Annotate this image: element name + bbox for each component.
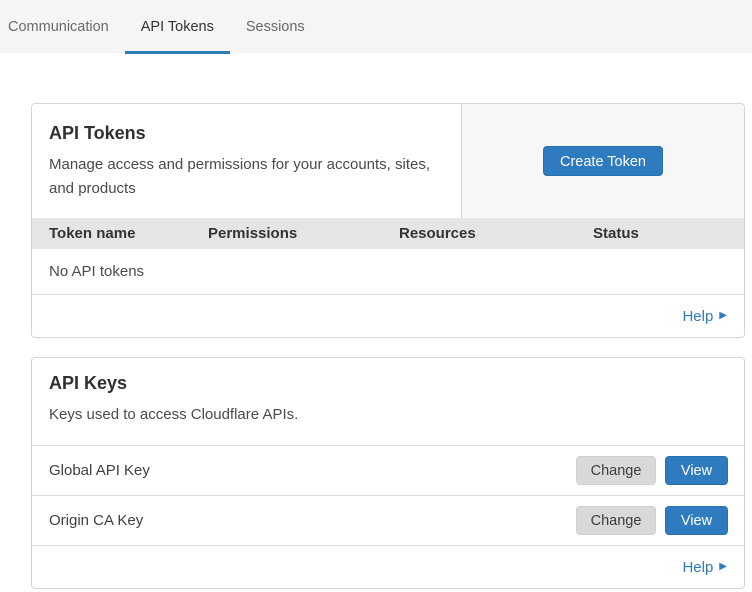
api-keys-help-link[interactable]: Help ▶ — [682, 559, 727, 576]
api-tokens-description: Manage access and permissions for your a… — [49, 153, 444, 201]
view-global-api-key-button[interactable]: View — [665, 456, 728, 485]
api-keys-card: API Keys Keys used to access Cloudflare … — [31, 357, 745, 589]
help-link-label: Help — [682, 559, 713, 576]
api-keys-description: Keys used to access Cloudflare APIs. — [49, 403, 727, 427]
api-tokens-card-header: API Tokens Manage access and permissions… — [32, 104, 744, 218]
api-tokens-card-header-text: API Tokens Manage access and permissions… — [32, 104, 461, 218]
key-row-label: Global API Key — [49, 462, 576, 479]
help-link-label: Help — [682, 308, 713, 325]
api-tokens-card-footer: Help ▶ — [32, 295, 744, 337]
tab-api-tokens-label: API Tokens — [141, 19, 214, 35]
api-tokens-title: API Tokens — [49, 123, 444, 144]
tab-sessions[interactable]: Sessions — [230, 0, 321, 53]
key-row-label: Origin CA Key — [49, 512, 576, 529]
view-origin-ca-key-button[interactable]: View — [665, 506, 728, 535]
page-content: API Tokens Manage access and permissions… — [0, 53, 752, 589]
active-tab-underline — [125, 51, 230, 54]
tokens-table-header: Token name Permissions Resources Status — [32, 218, 744, 249]
tab-api-tokens[interactable]: API Tokens — [125, 0, 230, 53]
api-tokens-help-link[interactable]: Help ▶ — [682, 308, 727, 325]
column-header-resources: Resources — [399, 225, 593, 242]
change-origin-ca-key-button[interactable]: Change — [576, 506, 656, 535]
column-header-permissions: Permissions — [208, 225, 399, 242]
help-arrow-icon: ▶ — [719, 311, 727, 321]
tab-bar: Communication API Tokens Sessions — [0, 0, 752, 53]
api-keys-title: API Keys — [49, 373, 727, 394]
tokens-empty-message: No API tokens — [49, 263, 144, 280]
api-keys-card-footer: Help ▶ — [32, 546, 744, 588]
change-global-api-key-button[interactable]: Change — [576, 456, 656, 485]
help-arrow-icon: ▶ — [719, 562, 727, 572]
column-header-token-name: Token name — [49, 225, 208, 242]
create-token-button[interactable]: Create Token — [543, 146, 663, 176]
api-tokens-card-action-panel: Create Token — [461, 104, 744, 218]
key-row-origin-ca-key: Origin CA Key Change View — [32, 496, 744, 546]
key-row-global-api-key: Global API Key Change View — [32, 446, 744, 496]
column-header-status: Status — [593, 225, 744, 242]
api-tokens-card: API Tokens Manage access and permissions… — [31, 103, 745, 338]
api-keys-card-header: API Keys Keys used to access Cloudflare … — [32, 358, 744, 446]
tokens-empty-row: No API tokens — [32, 249, 744, 295]
tab-communication[interactable]: Communication — [0, 0, 125, 53]
